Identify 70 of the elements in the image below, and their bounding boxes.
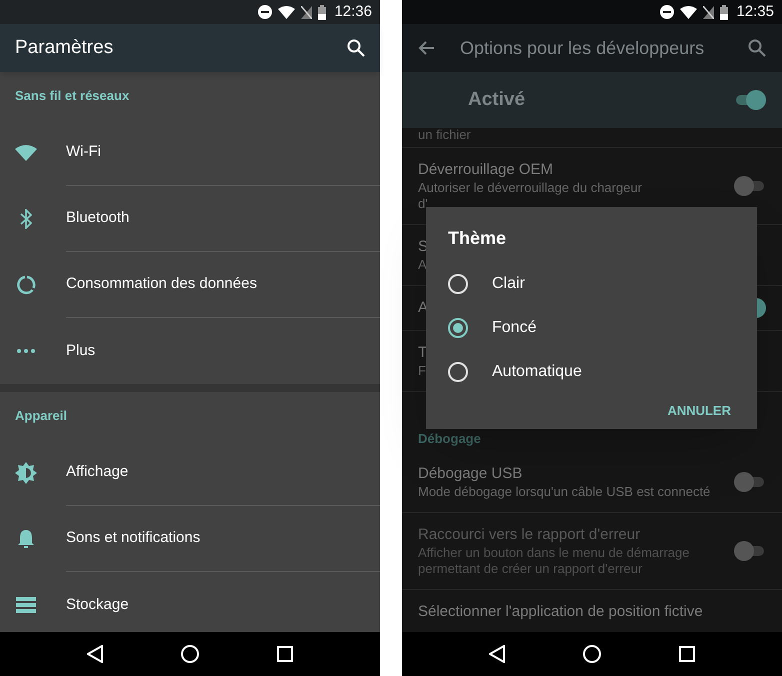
battery-icon [318, 4, 326, 20]
wifi-icon [278, 6, 296, 18]
no-sim-icon [703, 6, 714, 18]
cancel-button[interactable]: ANNULER [663, 393, 735, 429]
back-arrow-icon[interactable] [418, 41, 434, 55]
settings-item[interactable]: Consommation des données [0, 252, 380, 318]
bluetooth-icon [20, 209, 32, 229]
no-sim-icon [301, 6, 312, 18]
section-header: Débogage [418, 430, 481, 448]
item-label: Stockage [66, 594, 129, 615]
settings-item[interactable]: Affichage [0, 440, 380, 506]
screen-title: Options pour les développeurs [460, 36, 706, 60]
settings-item[interactable]: Plus [0, 318, 380, 384]
setting-row[interactable]: Débogage USB Mode débogage lorsqu'un câble USB est connecté [402, 452, 782, 513]
status-time: 12:36 [334, 2, 372, 22]
screen-title: Paramètres [15, 36, 114, 60]
settings-item[interactable]: Wi-Fi [0, 120, 380, 186]
status-time: 12:35 [736, 2, 774, 22]
settings-item[interactable]: Sons et notifications [0, 506, 380, 572]
setting-title: T [418, 343, 428, 363]
setting-subtitle: F [418, 363, 426, 379]
radio-button[interactable] [448, 318, 468, 338]
storage-icon [16, 597, 36, 613]
dialog-title: Thème [448, 227, 508, 250]
setting-title: Débogage USB [418, 464, 522, 484]
search-icon[interactable] [347, 39, 365, 57]
more-icon [17, 349, 35, 353]
bell-icon [17, 529, 35, 549]
wifi-icon [680, 6, 698, 18]
settings-item[interactable]: Bluetooth [0, 186, 380, 252]
recents-icon[interactable] [277, 646, 293, 662]
setting-subtitle: Autoriser le déverrouillage du chargeur [418, 180, 642, 196]
wifi-icon [15, 145, 37, 161]
do-not-disturb-icon [258, 5, 272, 19]
section-header: Appareil [15, 407, 68, 426]
item-label: Wi-Fi [66, 142, 101, 162]
option-label[interactable]: Foncé [492, 316, 536, 340]
back-icon[interactable] [489, 645, 505, 663]
setting-subtitle: A [418, 257, 427, 273]
item-label: Plus [66, 340, 96, 361]
radio-button[interactable] [448, 362, 468, 382]
setting-subtitle: un fichier [418, 128, 472, 142]
item-label: Sons et notifications [66, 528, 200, 548]
setting-title: Raccourci vers le rapport d'erreur [418, 525, 640, 545]
back-icon[interactable] [87, 645, 103, 663]
toggle-switch[interactable] [734, 176, 766, 196]
option-label[interactable]: Clair [492, 272, 525, 296]
setting-subtitle: Mode débogage lorsqu'un câble USB est connecté [418, 484, 710, 500]
item-label: Bluetooth [66, 208, 130, 228]
item-label: Consommation des données [66, 274, 257, 294]
setting-title: Sélectionner l'application de position fictive [418, 602, 703, 622]
setting-title: Déverrouillage OEM [418, 160, 554, 180]
battery-icon [720, 4, 728, 20]
setting-subtitle: Afficher un bouton dans le menu de démarrage [418, 545, 690, 561]
home-icon[interactable] [583, 645, 601, 663]
option-label[interactable]: Automatique [492, 360, 582, 384]
section-header: Sans fil et réseaux [15, 87, 130, 106]
do-not-disturb-icon [660, 5, 674, 19]
brightness-icon [15, 462, 37, 484]
setting-subtitle: d' [418, 196, 428, 212]
radio-button[interactable] [448, 274, 468, 294]
toggle-switch[interactable] [734, 472, 766, 492]
toggle-switch[interactable] [734, 90, 766, 110]
recents-icon[interactable] [679, 646, 695, 662]
master-switch-label: Activé [468, 88, 526, 112]
home-icon[interactable] [181, 645, 199, 663]
item-label: Affichage [66, 462, 128, 482]
data-usage-icon [16, 275, 36, 295]
setting-subtitle: permettant de créer un rapport d'erreur [418, 561, 642, 577]
settings-item[interactable]: Stockage [0, 572, 380, 632]
